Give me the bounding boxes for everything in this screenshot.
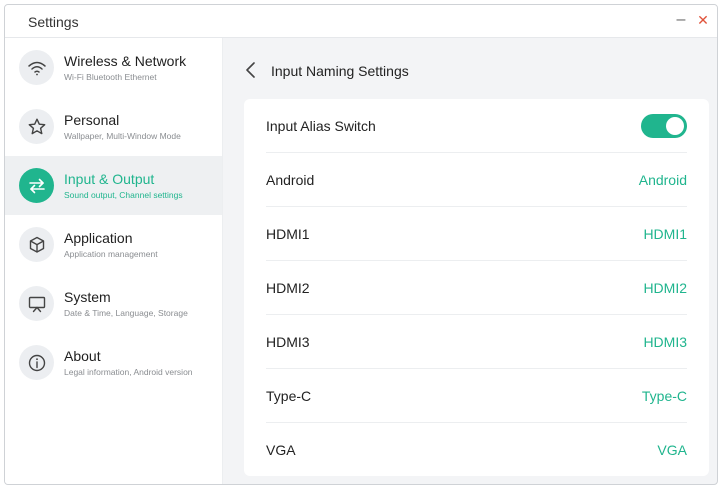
sidebar-item-subtitle: Wi-Fi Bluetooth Ethernet <box>64 72 157 82</box>
row-alias-value[interactable]: Android <box>639 172 687 188</box>
settings-window: Settings – ✕ Wireless & Network Wi-Fi Bl… <box>4 4 718 485</box>
row-label: Input Alias Switch <box>266 118 376 134</box>
row-alias-value[interactable]: HDMI3 <box>643 334 687 350</box>
info-icon <box>19 345 54 380</box>
sidebar-item-subtitle: Wallpaper, Multi-Window Mode <box>64 131 181 141</box>
sidebar-item-subtitle: Application management <box>64 249 158 259</box>
sidebar-item-label: Input & Output <box>64 171 155 187</box>
close-icon[interactable]: ✕ <box>695 11 711 29</box>
star-icon <box>19 109 54 144</box>
row-label: HDMI3 <box>266 334 310 350</box>
sidebar-item-label: Personal <box>64 112 120 128</box>
sidebar-item-input-output[interactable]: Input & Output Sound output, Channel set… <box>5 156 222 215</box>
page-title: Input Naming Settings <box>271 63 409 79</box>
input-naming-card: Input Alias Switch Android Android HDMI1… <box>244 99 709 476</box>
wifi-icon <box>19 50 54 85</box>
sidebar-item-application[interactable]: Application Application management <box>5 215 222 274</box>
sidebar-item-system[interactable]: System Date & Time, Language, Storage <box>5 274 222 333</box>
row-alias-value[interactable]: VGA <box>657 442 687 458</box>
input-alias-switch-row[interactable]: Input Alias Switch <box>266 99 687 153</box>
input-row-type-c[interactable]: Type-C Type-C <box>266 369 687 423</box>
input-row-hdmi2[interactable]: HDMI2 HDMI2 <box>266 261 687 315</box>
row-alias-value[interactable]: Type-C <box>642 388 687 404</box>
input-row-hdmi1[interactable]: HDMI1 HDMI1 <box>266 207 687 261</box>
sidebar-item-subtitle: Sound output, Channel settings <box>64 190 183 200</box>
sidebar-item-about[interactable]: About Legal information, Android version <box>5 333 222 392</box>
sidebar-item-personal[interactable]: Personal Wallpaper, Multi-Window Mode <box>5 97 222 156</box>
sidebar-item-subtitle: Date & Time, Language, Storage <box>64 308 188 318</box>
sidebar-item-wireless-network[interactable]: Wireless & Network Wi-Fi Bluetooth Ether… <box>5 38 222 97</box>
toggle-knob <box>666 117 684 135</box>
back-arrow-icon[interactable] <box>244 60 258 80</box>
row-label: Type-C <box>266 388 312 404</box>
monitor-icon <box>19 286 54 321</box>
sidebar-item-label: Application <box>64 230 133 246</box>
sidebar-item-label: About <box>64 348 101 364</box>
sidebar: Wireless & Network Wi-Fi Bluetooth Ether… <box>5 38 223 484</box>
row-label: HDMI1 <box>266 226 310 242</box>
input-alias-toggle[interactable] <box>641 114 687 138</box>
input-row-vga[interactable]: VGA VGA <box>266 423 687 477</box>
sidebar-item-subtitle: Legal information, Android version <box>64 367 193 377</box>
row-alias-value[interactable]: HDMI1 <box>643 226 687 242</box>
swap-arrows-icon <box>19 168 54 203</box>
input-row-android[interactable]: Android Android <box>266 153 687 207</box>
cube-icon <box>19 227 54 262</box>
row-label: VGA <box>266 442 296 458</box>
sidebar-item-label: Wireless & Network <box>64 53 187 69</box>
main-panel: Input Naming Settings Input Alias Switch… <box>223 38 717 484</box>
sidebar-item-label: System <box>64 289 111 305</box>
row-alias-value[interactable]: HDMI2 <box>643 280 687 296</box>
minimize-icon[interactable]: – <box>673 11 689 29</box>
row-label: HDMI2 <box>266 280 310 296</box>
row-label: Android <box>266 172 315 188</box>
input-row-hdmi3[interactable]: HDMI3 HDMI3 <box>266 315 687 369</box>
window-title: Settings <box>28 14 79 30</box>
title-bar: Settings – ✕ <box>5 5 717 38</box>
